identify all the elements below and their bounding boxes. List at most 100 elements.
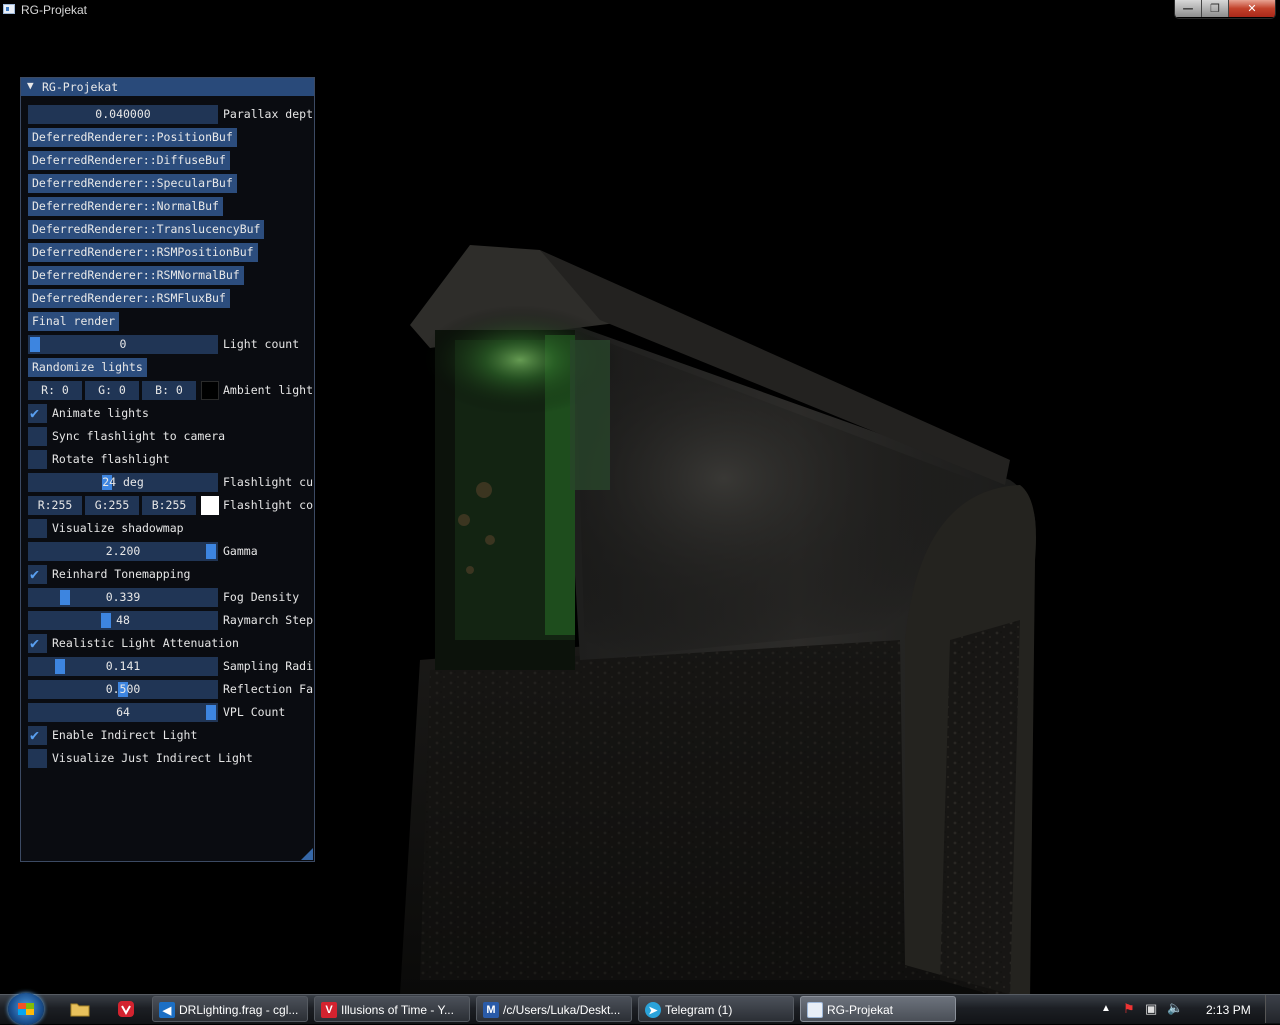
reflection-factor-value: 0.500 [105,682,141,696]
resize-grip-icon[interactable] [301,848,313,860]
reflection-factor-label: Reflection Fa [223,682,313,696]
start-button[interactable] [8,993,44,1025]
animate-lights-label: Animate lights [52,406,149,420]
window-controls: — ❐ ✕ [1175,0,1275,18]
diffuse-buffer-button[interactable]: DeferredRenderer::DiffuseBuf [28,151,230,170]
fog-density-slider[interactable]: 0.339 [28,588,218,607]
taskbar-item-vscode[interactable]: ◀ DRLighting.frag - cgl... [152,996,308,1022]
flashlight-color-swatch[interactable] [201,496,219,515]
animate-lights-checkbox[interactable]: ✔ [28,404,47,423]
flashlight-r-input[interactable]: R:255 [28,496,82,515]
raymarch-steps-value: 48 [116,613,130,627]
vscode-icon: ◀ [159,1002,175,1018]
ambient-light-label: Ambient light [223,383,313,397]
rotate-flashlight-label: Rotate flashlight [52,452,170,466]
light-count-slider[interactable]: 0 [28,335,218,354]
system-tray: ▲ ⚑ ▣ 🔈 2:13 PM [1095,995,1280,1025]
action-center-flag-icon[interactable]: ⚑ [1123,1001,1135,1017]
taskbar-item-label: DRLighting.frag - cgl... [179,1003,299,1017]
flashlight-cutoff-slider[interactable]: 24 deg [28,473,218,492]
msys-terminal-icon: M [483,1002,499,1018]
raymarch-steps-slider[interactable]: 48 [28,611,218,630]
flashlight-cutoff-label: Flashlight cu [223,475,313,489]
ambient-r-input[interactable]: R: 0 [28,381,82,400]
panel-header[interactable]: ▼ RG-Projekat [21,78,314,96]
rsm-flux-buffer-button[interactable]: DeferredRenderer::RSMFluxBuf [28,289,230,308]
buffer-button-row: DeferredRenderer::RSMPositionBuf [28,243,313,262]
rotate-flashlight-checkbox[interactable] [28,450,47,469]
final-render-button[interactable]: Final render [28,312,120,331]
realistic-attenuation-row: ✔ Realistic Light Attenuation [28,634,313,653]
sampling-radius-row: 0.141 Sampling Radi [28,657,313,676]
flashlight-b-input[interactable]: B:255 [142,496,196,515]
randomize-lights-row: Randomize lights [28,358,313,377]
gamma-label: Gamma [223,544,258,558]
buffer-button-row: DeferredRenderer::PositionBuf [28,128,313,147]
just-indirect-checkbox[interactable] [28,749,47,768]
translucency-buffer-button[interactable]: DeferredRenderer::TranslucencyBuf [28,220,265,239]
collapse-arrow-icon[interactable]: ▼ [27,79,34,92]
gamma-slider[interactable]: 2.200 [28,542,218,561]
check-icon: ✔ [30,726,40,744]
enable-indirect-checkbox[interactable]: ✔ [28,726,47,745]
raymarch-steps-label: Raymarch Step [223,613,313,627]
ambient-light-row: R: 0 G: 0 B: 0 Ambient light [28,381,313,400]
randomize-lights-button[interactable]: Randomize lights [28,358,147,377]
taskbar-item-label: Illusions of Time - Y... [341,1003,454,1017]
clock[interactable]: 2:13 PM [1206,1003,1251,1017]
rsm-position-buffer-button[interactable]: DeferredRenderer::RSMPositionBuf [28,243,258,262]
sampling-radius-slider[interactable]: 0.141 [28,657,218,676]
taskbar-item-vivaldi[interactable]: V Illusions of Time - Y... [314,996,470,1022]
visualize-shadowmap-checkbox[interactable] [28,519,47,538]
close-button[interactable]: ✕ [1228,0,1275,17]
specular-buffer-button[interactable]: DeferredRenderer::SpecularBuf [28,174,237,193]
reinhard-label: Reinhard Tonemapping [52,567,191,581]
app-window-icon [3,4,15,14]
ambient-g-input[interactable]: G: 0 [85,381,139,400]
minimize-button[interactable]: — [1175,0,1201,17]
maximize-button[interactable]: ❐ [1201,0,1228,17]
vivaldi-pin[interactable] [114,999,138,1019]
reflection-factor-slider[interactable]: 0.500 [28,680,218,699]
parallax-depth-value: 0.040000 [95,107,151,121]
taskbar-item-rg-projekat[interactable]: RG-Projekat [800,996,956,1022]
show-desktop-button[interactable] [1265,995,1280,1023]
flashlight-cutoff-value: 24 deg [102,475,144,489]
enable-indirect-row: ✔ Enable Indirect Light [28,726,313,745]
light-count-value: 0 [119,337,127,351]
buffer-button-row: DeferredRenderer::NormalBuf [28,197,313,216]
realistic-attenuation-checkbox[interactable]: ✔ [28,634,47,653]
check-icon: ✔ [30,565,40,583]
buffer-button-row: DeferredRenderer::TranslucencyBuf [28,220,313,239]
gamma-value: 2.200 [105,544,141,558]
ambient-color-swatch[interactable] [201,381,219,400]
window-title: RG-Projekat [21,3,88,17]
vpl-count-label: VPL Count [223,705,286,719]
reinhard-checkbox[interactable]: ✔ [28,565,47,584]
parallax-depth-input[interactable]: 0.040000 [28,105,218,124]
rotate-flashlight-row: Rotate flashlight [28,450,313,469]
sampling-radius-label: Sampling Radi [223,659,313,673]
buffer-button-row: DeferredRenderer::RSMNormalBuf [28,266,313,285]
show-hidden-icons-icon[interactable]: ▲ [1101,1003,1111,1014]
flashlight-g-input[interactable]: G:255 [85,496,139,515]
position-buffer-button[interactable]: DeferredRenderer::PositionBuf [28,128,237,147]
rsm-normal-buffer-button[interactable]: DeferredRenderer::RSMNormalBuf [28,266,244,285]
window-titlebar[interactable]: RG-Projekat — ❐ ✕ [0,0,1280,20]
vpl-count-slider[interactable]: 64 [28,703,218,722]
just-indirect-label: Visualize Just Indirect Light [52,751,253,765]
folder-icon [70,1003,90,1017]
ambient-b-input[interactable]: B: 0 [142,381,196,400]
normal-buffer-button[interactable]: DeferredRenderer::NormalBuf [28,197,223,216]
network-icon[interactable]: ▣ [1145,1001,1157,1017]
volume-icon[interactable]: 🔈 [1167,1000,1183,1016]
explorer-pin[interactable] [68,999,92,1019]
buffer-button-row: DeferredRenderer::DiffuseBuf [28,151,313,170]
taskbar-item-telegram[interactable]: ➤ Telegram (1) [638,996,794,1022]
light-count-row: 0 Light count [28,335,313,354]
taskbar-item-label: Telegram (1) [665,1003,733,1017]
taskbar-item-terminal[interactable]: M /c/Users/Luka/Deskt... [476,996,632,1022]
reinhard-row: ✔ Reinhard Tonemapping [28,565,313,584]
sync-flashlight-checkbox[interactable] [28,427,47,446]
vpl-count-value: 64 [116,705,130,719]
